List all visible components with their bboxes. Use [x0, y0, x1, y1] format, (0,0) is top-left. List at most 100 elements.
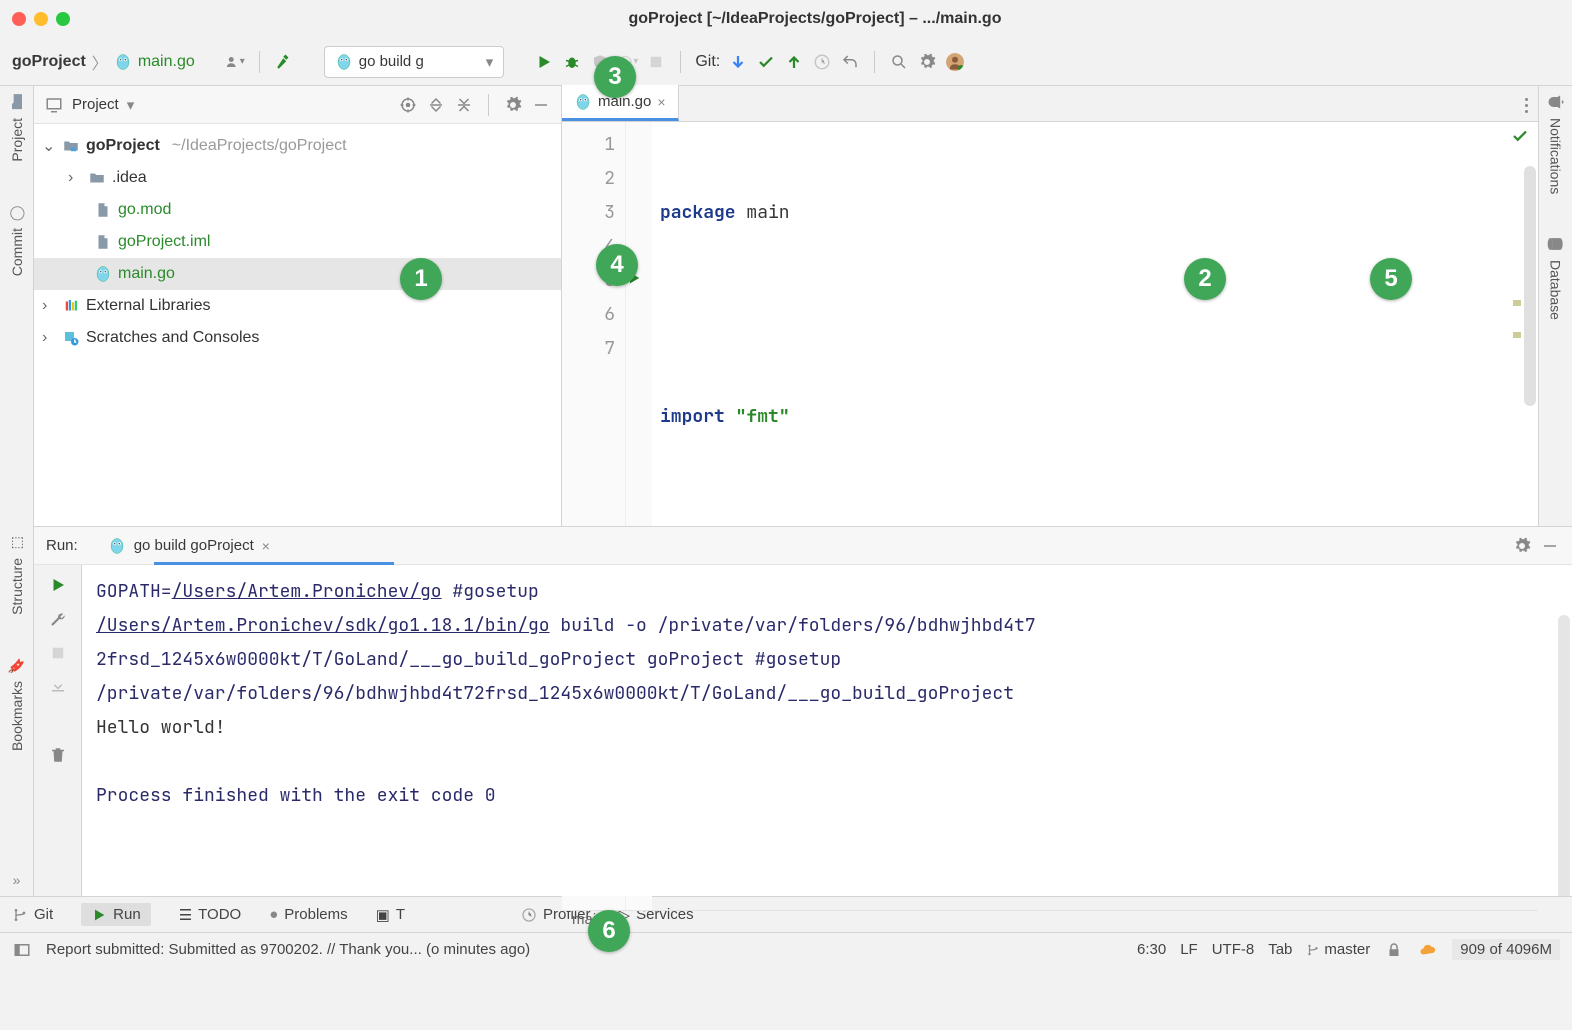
run-button[interactable] [534, 52, 554, 72]
tree-root[interactable]: ⌄ goProject ~/IdeaProjects/goProject [34, 130, 561, 162]
git-tool-tab[interactable]: Git [12, 906, 53, 923]
panel-settings-button[interactable] [503, 95, 523, 115]
indent-setting[interactable]: Tab [1268, 941, 1292, 958]
rerun-button[interactable] [48, 575, 68, 595]
go-file-icon [335, 53, 353, 71]
chevron-down-icon[interactable]: ⌄ [42, 136, 56, 156]
folder-icon [7, 92, 27, 112]
chevron-right-icon[interactable]: › [42, 329, 56, 347]
close-tab-button[interactable]: × [657, 94, 665, 110]
breadcrumb-file[interactable]: main.go [138, 53, 195, 71]
structure-tool-tab[interactable]: Structure ⬚ [7, 532, 27, 615]
user-icon[interactable]: ▾ [225, 52, 245, 72]
file-icon [94, 201, 112, 219]
run-scrollbar[interactable] [1558, 615, 1570, 896]
run-side-toolbar [34, 565, 82, 896]
terminal-tool-tab[interactable]: ▣T [376, 906, 405, 924]
run-panel-settings-button[interactable] [1512, 536, 1532, 556]
build-button[interactable] [274, 52, 294, 72]
editor-scrollbar[interactable] [1524, 166, 1536, 406]
chevron-down-icon[interactable]: ▾ [127, 96, 135, 114]
dump-threads-button[interactable] [48, 677, 68, 697]
tool-window-toggle-button[interactable] [12, 940, 32, 960]
more-tabs-button[interactable] [1525, 98, 1528, 113]
warning-icon: ● [269, 906, 278, 923]
list-icon: ☰ [179, 906, 192, 924]
tree-root-path: ~/IdeaProjects/goProject [172, 137, 347, 155]
problems-tool-tab[interactable]: ●Problems [269, 906, 347, 923]
run-tab-label[interactable]: go build goProject [134, 537, 254, 554]
sync-icon[interactable] [1418, 940, 1438, 960]
tree-scratches[interactable]: › Scratches and Consoles [34, 322, 561, 354]
callout-1: 1 [400, 258, 442, 300]
run-tool-tab[interactable]: Run [81, 903, 151, 926]
screen-icon [44, 95, 64, 115]
module-folder-icon [62, 137, 80, 155]
git-label: Git: [695, 53, 720, 71]
callout-2: 2 [1184, 258, 1226, 300]
editor-breadcrumb-bar[interactable]: main() [562, 910, 1538, 928]
status-message[interactable]: Report submitted: Submitted as 9700202. … [46, 941, 530, 958]
run-console-output[interactable]: GOPATH=/Users/Artem.Pronichev/go #gosetu… [82, 565, 1572, 896]
minimize-window-button[interactable] [34, 12, 48, 26]
tree-file-iml[interactable]: goProject.iml [34, 226, 561, 258]
git-branch-widget[interactable]: master [1306, 941, 1370, 958]
chevron-right-icon[interactable]: › [42, 297, 56, 315]
libraries-icon [62, 297, 80, 315]
project-panel-header: Project ▾ [34, 86, 561, 124]
select-opened-file-button[interactable] [398, 95, 418, 115]
project-tool-tab[interactable]: Project [7, 92, 27, 162]
project-tree[interactable]: ⌄ goProject ~/IdeaProjects/goProject › .… [34, 124, 561, 360]
callout-3: 3 [594, 56, 636, 98]
scroll-marker [1513, 300, 1521, 306]
hide-run-panel-button[interactable] [1540, 536, 1560, 556]
collapse-all-button[interactable] [454, 95, 474, 115]
git-update-button[interactable] [728, 52, 748, 72]
tree-root-label: goProject [86, 137, 160, 155]
tree-external-libs[interactable]: › External Libraries [34, 290, 561, 322]
tree-file-gomod[interactable]: go.mod [34, 194, 561, 226]
bookmarks-tool-tab[interactable]: Bookmarks 🔖 [7, 655, 27, 751]
git-commit-button[interactable] [756, 52, 776, 72]
file-encoding[interactable]: UTF-8 [1212, 941, 1255, 958]
tree-file-maingo[interactable]: main.go [34, 258, 561, 290]
delete-config-button[interactable] [48, 745, 68, 765]
user-avatar[interactable] [945, 52, 965, 72]
memory-indicator[interactable]: 909 of 4096M [1452, 939, 1560, 960]
run-header-label: Run: [46, 537, 78, 554]
stop-button[interactable] [646, 52, 666, 72]
chevron-right-icon[interactable]: › [68, 169, 82, 187]
caret-position[interactable]: 6:30 [1137, 941, 1166, 958]
maximize-window-button[interactable] [56, 12, 70, 26]
stop-run-button[interactable] [48, 643, 68, 663]
inspection-ok-icon[interactable] [1510, 126, 1530, 146]
hide-panel-button[interactable] [531, 95, 551, 115]
go-file-icon [114, 53, 132, 71]
todo-tool-tab[interactable]: ☰TODO [179, 906, 242, 924]
git-rollback-button[interactable] [840, 52, 860, 72]
database-tool-tab[interactable]: Database [1546, 234, 1566, 320]
left-tool-strip: Project Commit ◯ [0, 86, 34, 526]
project-panel-title[interactable]: Project [72, 96, 119, 113]
debug-button[interactable] [562, 52, 582, 72]
git-push-button[interactable] [784, 52, 804, 72]
run-configuration-selector[interactable]: go build g ▾ [324, 46, 505, 78]
project-tool-window: Project ▾ ⌄ goProject ~/IdeaProjects/goP… [34, 86, 562, 526]
search-everywhere-button[interactable] [889, 52, 909, 72]
settings-button[interactable] [917, 52, 937, 72]
git-history-button[interactable] [812, 52, 832, 72]
window-titlebar: goProject [~/IdeaProjects/goProject] – .… [0, 0, 1572, 38]
file-icon [94, 233, 112, 251]
edit-config-button[interactable] [48, 609, 68, 629]
tree-folder-idea[interactable]: › .idea [34, 162, 561, 194]
commit-tool-tab[interactable]: Commit ◯ [7, 202, 27, 276]
close-run-tab-button[interactable]: × [262, 538, 270, 554]
line-separator[interactable]: LF [1180, 941, 1198, 958]
expand-all-button[interactable] [426, 95, 446, 115]
run-panel-header: Run: go build goProject × [34, 527, 1572, 565]
folder-icon [88, 169, 106, 187]
window-title: goProject [~/IdeaProjects/goProject] – .… [70, 10, 1560, 28]
more-button[interactable]: » [13, 872, 21, 888]
lock-icon[interactable] [1384, 940, 1404, 960]
navigation-breadcrumb[interactable]: goProject 〉 main.go [12, 50, 195, 74]
